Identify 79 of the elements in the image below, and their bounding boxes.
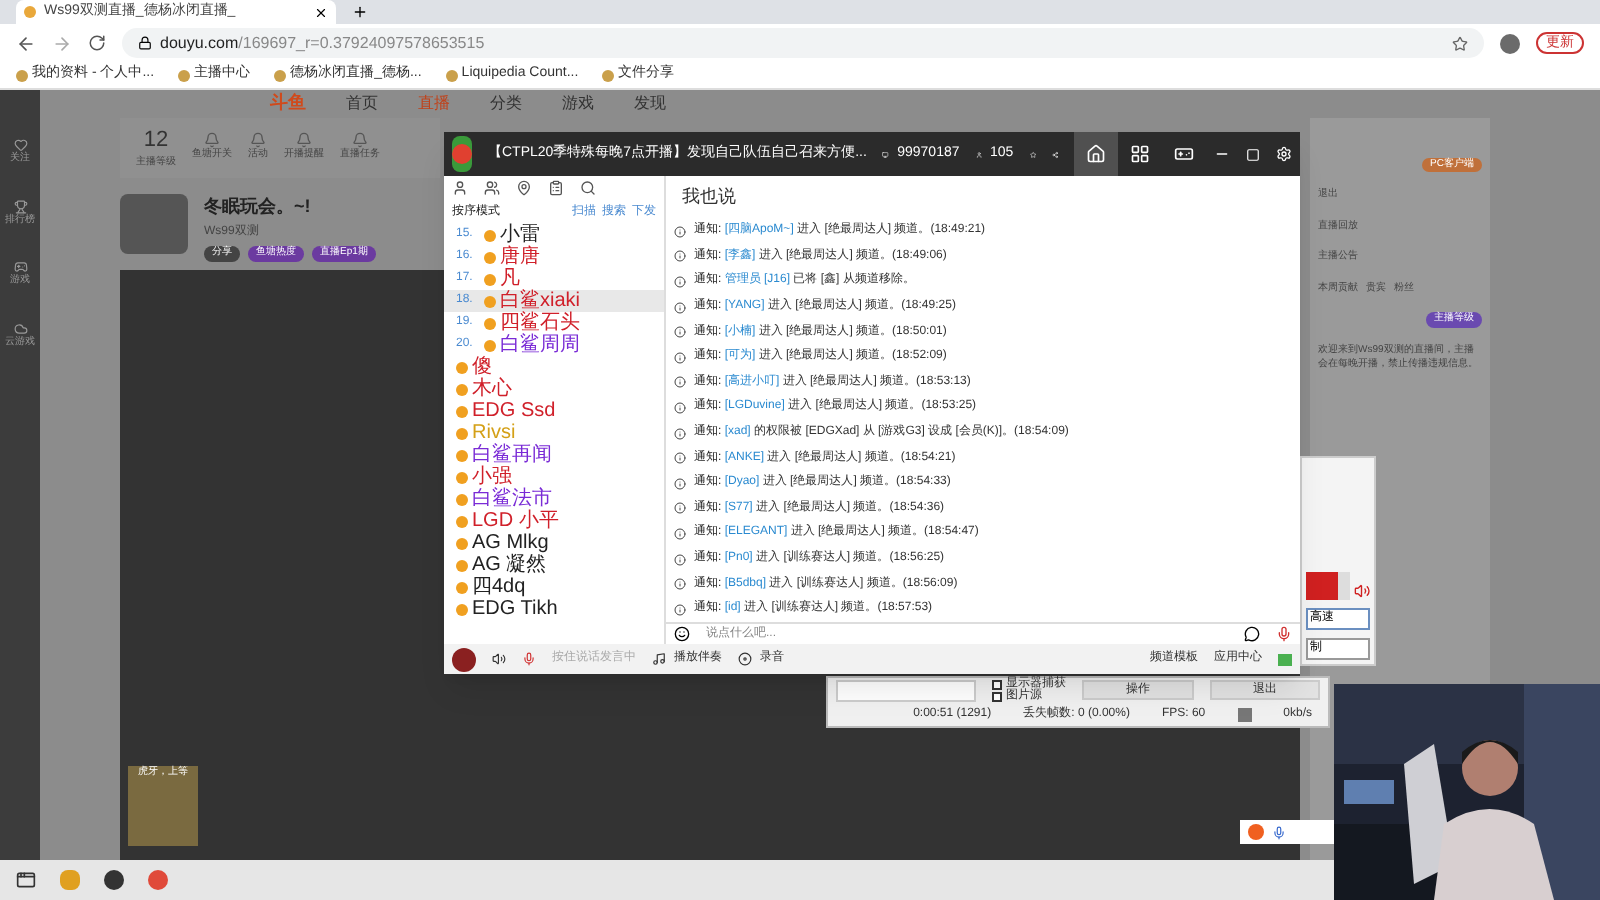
monitor-icon — [882, 147, 890, 161]
info-icon — [674, 275, 686, 288]
start-icon[interactable] — [16, 870, 36, 890]
maximize-icon[interactable] — [1246, 147, 1261, 161]
info-icon — [674, 225, 686, 238]
user-row[interactable]: EDG Ssd — [444, 400, 664, 422]
new-tab-icon[interactable] — [352, 4, 368, 20]
volume-meter — [1306, 572, 1350, 600]
info-icon — [674, 326, 686, 339]
ime-logo-icon — [1248, 824, 1264, 840]
user-row[interactable]: 木心 — [444, 378, 664, 400]
user-row[interactable]: 小强 — [444, 466, 664, 488]
reload-icon[interactable] — [88, 34, 106, 52]
info-icon — [674, 578, 686, 591]
heart-icon[interactable] — [13, 138, 27, 152]
speaker-icon[interactable] — [1353, 582, 1370, 600]
bookmark-star-icon[interactable] — [1452, 35, 1468, 51]
user-icon[interactable] — [452, 180, 468, 196]
streamer-avatar — [120, 193, 188, 253]
user-row[interactable]: 白鲨再闻 — [444, 444, 664, 466]
star-icon[interactable] — [1029, 147, 1036, 161]
chat-bubble-icon[interactable] — [1244, 626, 1260, 642]
nav-link[interactable]: 发现 — [634, 91, 666, 116]
signal-icon — [1278, 653, 1292, 665]
app-icon[interactable] — [104, 870, 124, 890]
user-row[interactable]: AG Mlkg — [444, 532, 664, 554]
user-row[interactable]: 傻 — [444, 356, 664, 378]
user-avatar[interactable] — [452, 647, 476, 671]
mic-icon[interactable] — [1276, 626, 1292, 642]
status-square — [1237, 707, 1252, 722]
address-bar[interactable]: douyu.com/169697_r=0.37924097578653515 — [122, 28, 1484, 58]
info-icon — [674, 301, 686, 314]
info-icon — [674, 351, 686, 364]
speaker-icon[interactable] — [492, 652, 506, 666]
mic-icon[interactable] — [1272, 825, 1286, 839]
pin-icon[interactable] — [516, 180, 532, 196]
gamepad-icon[interactable] — [13, 260, 27, 274]
info-icon — [674, 603, 686, 616]
emoji-icon[interactable] — [674, 626, 690, 642]
user-row[interactable]: 白鲨法市 — [444, 488, 664, 510]
info-icon — [674, 376, 686, 389]
user-row[interactable]: 四4dq — [444, 576, 664, 598]
settings-icon[interactable] — [1276, 146, 1293, 162]
site-icon — [24, 6, 36, 18]
close-icon[interactable] — [314, 5, 328, 19]
nav-link[interactable]: 首页 — [346, 91, 378, 116]
user-row[interactable]: EDG Tikh — [444, 598, 664, 620]
person-icon — [975, 147, 982, 161]
source-list — [836, 679, 976, 702]
cloud-icon[interactable] — [13, 321, 27, 335]
info-icon — [674, 250, 686, 263]
music-note-icon[interactable] — [652, 652, 666, 666]
trophy-icon[interactable] — [13, 199, 27, 213]
nav-link[interactable]: 游戏 — [562, 91, 594, 116]
level-number: 12 — [143, 125, 169, 155]
info-icon — [674, 527, 686, 540]
disc-icon[interactable] — [738, 652, 752, 666]
list-icon[interactable] — [548, 180, 564, 196]
info-icon — [674, 502, 686, 515]
group-icon[interactable] — [484, 180, 500, 196]
info-icon — [674, 477, 686, 490]
channel-logo — [452, 136, 472, 172]
stream-title: 冬眠玩会。~! — [204, 193, 313, 219]
info-icon — [674, 401, 686, 414]
info-icon — [674, 553, 686, 566]
mic-icon[interactable] — [522, 652, 536, 666]
browser-icon[interactable] — [148, 870, 168, 890]
search-icon[interactable] — [580, 180, 596, 196]
chat-heading: 我也说 — [680, 184, 738, 210]
nav-link[interactable]: 分类 — [490, 91, 522, 116]
share-icon[interactable] — [1051, 147, 1059, 161]
info-icon — [674, 452, 686, 465]
lock-icon — [138, 36, 152, 50]
info-icon — [674, 427, 686, 440]
user-row[interactable]: LGD 小平 — [444, 510, 664, 532]
home-icon[interactable] — [1074, 132, 1119, 176]
user-row[interactable]: AG 凝然 — [444, 554, 664, 576]
back-icon[interactable] — [16, 33, 36, 53]
avatar-icon[interactable] — [1500, 33, 1520, 53]
